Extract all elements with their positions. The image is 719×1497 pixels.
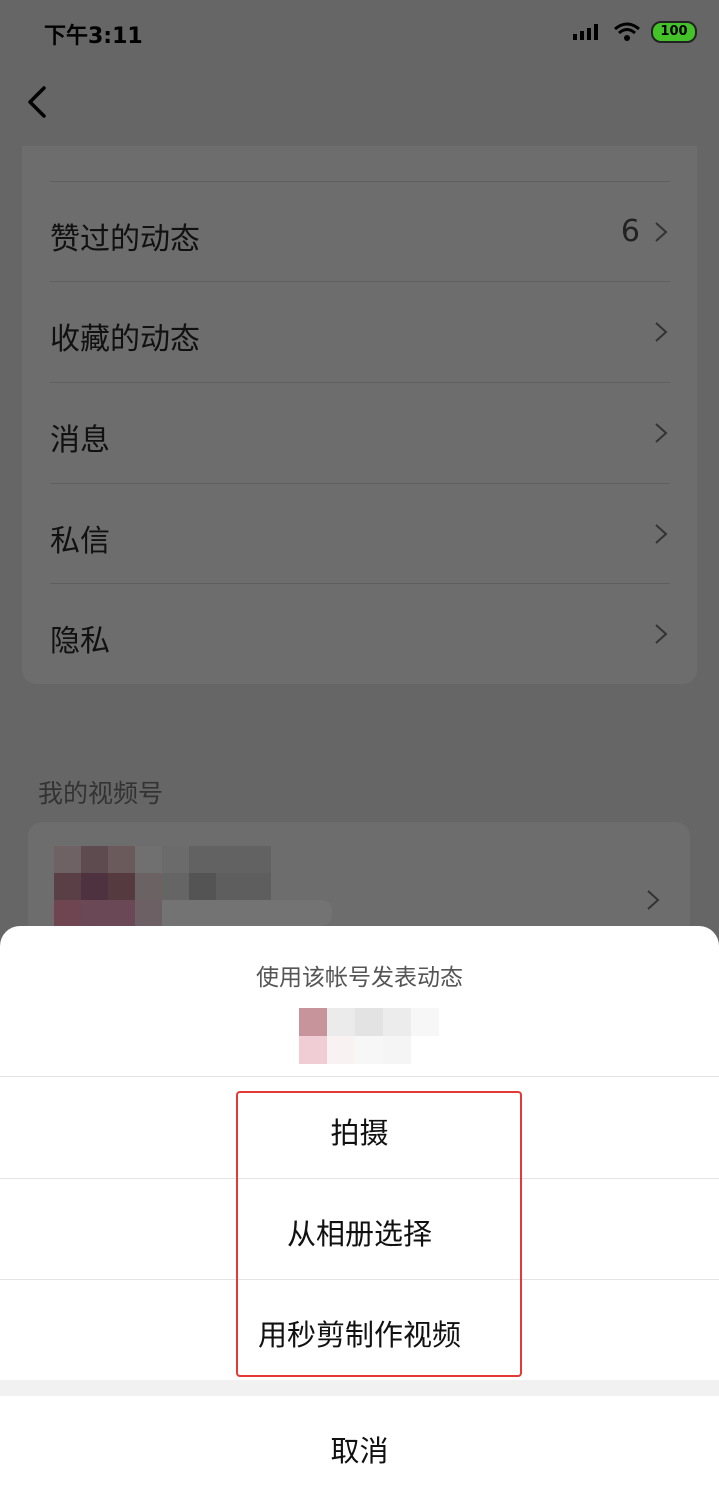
menu-item-messages[interactable]: 消息 <box>50 382 670 483</box>
back-arrow-icon[interactable] <box>22 82 58 122</box>
wifi-icon <box>614 22 640 41</box>
chevron-right-icon <box>655 423 668 443</box>
status-bar: 下午3:11 100 <box>0 0 719 64</box>
menu-item-label: 收藏的动态 <box>50 322 200 357</box>
battery-icon: 100 <box>651 21 697 43</box>
divider <box>0 1076 719 1077</box>
menu-item-label: 赞过的动态 <box>50 222 200 257</box>
menu-item-label: 私信 <box>50 524 110 559</box>
menu-card: 赞过的动态 6 收藏的动态 消息 私信 隐私 <box>22 146 697 684</box>
sheet-separator <box>0 1380 719 1396</box>
signal-icon <box>573 24 598 40</box>
menu-item-private-messages[interactable]: 私信 <box>50 483 670 584</box>
highlight-box <box>236 1091 522 1377</box>
status-time: 下午3:11 <box>44 24 143 49</box>
status-icons: 100 <box>573 20 697 44</box>
menu-item-privacy[interactable]: 隐私 <box>50 583 670 684</box>
chevron-right-icon <box>655 222 668 242</box>
chevron-right-icon <box>655 624 668 644</box>
menu-item-favorites[interactable]: 收藏的动态 <box>50 281 670 382</box>
liked-count: 6 <box>620 214 640 249</box>
sheet-title: 使用该帐号发表动态 <box>256 965 463 991</box>
cancel-button[interactable]: 取消 <box>0 1428 719 1470</box>
menu-item-liked[interactable]: 赞过的动态 6 <box>50 181 670 282</box>
account-avatar-blurred <box>299 1008 439 1064</box>
chevron-right-icon <box>647 890 660 910</box>
menu-item-label: 消息 <box>50 423 110 458</box>
chevron-right-icon <box>655 524 668 544</box>
channels-section-title: 我的视频号 <box>38 779 164 808</box>
menu-item-label: 隐私 <box>50 624 110 659</box>
chevron-right-icon <box>655 322 668 342</box>
